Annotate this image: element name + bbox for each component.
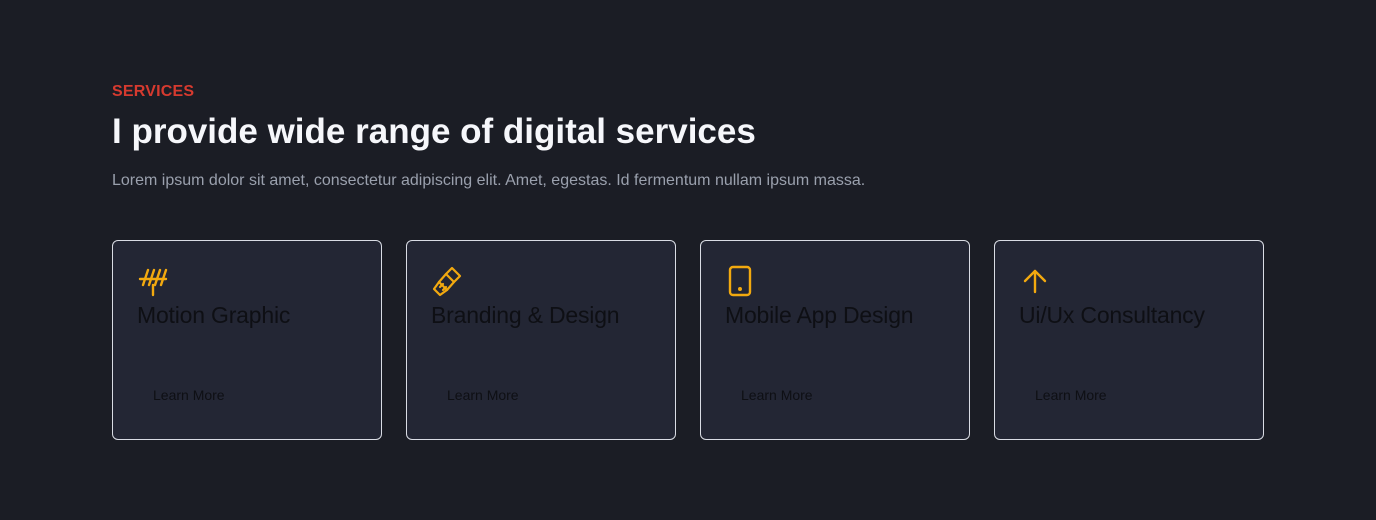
service-card-ui-ux-consultancy: Ui/Ux Consultancy Learn More	[994, 240, 1264, 440]
antenna-icon	[137, 265, 169, 297]
paint-brush-icon	[431, 265, 463, 297]
learn-more-link[interactable]: Learn More	[153, 386, 225, 404]
service-card-motion-graphic: Motion Graphic Learn More	[112, 240, 382, 440]
arrow-up-icon	[1019, 265, 1051, 297]
learn-more-link[interactable]: Learn More	[1035, 386, 1107, 404]
services-cards: Motion Graphic Learn More Branding & Des…	[112, 240, 1264, 440]
service-card-mobile-app-design: Mobile App Design Learn More	[700, 240, 970, 440]
learn-more-link[interactable]: Learn More	[741, 386, 813, 404]
service-card-title: Motion Graphic	[137, 302, 291, 328]
service-card-title: Branding & Design	[431, 302, 620, 328]
learn-more-link[interactable]: Learn More	[447, 386, 519, 404]
service-card-title: Mobile App Design	[725, 302, 914, 328]
service-card-branding-design: Branding & Design Learn More	[406, 240, 676, 440]
section-eyebrow: SERVICES	[112, 83, 195, 100]
section-title: I provide wide range of digital services	[112, 112, 756, 151]
section-subtitle: Lorem ipsum dolor sit amet, consectetur …	[112, 172, 866, 189]
tablet-icon	[725, 265, 757, 297]
services-section: SERVICES I provide wide range of digital…	[0, 0, 1376, 520]
service-card-title: Ui/Ux Consultancy	[1019, 302, 1205, 328]
